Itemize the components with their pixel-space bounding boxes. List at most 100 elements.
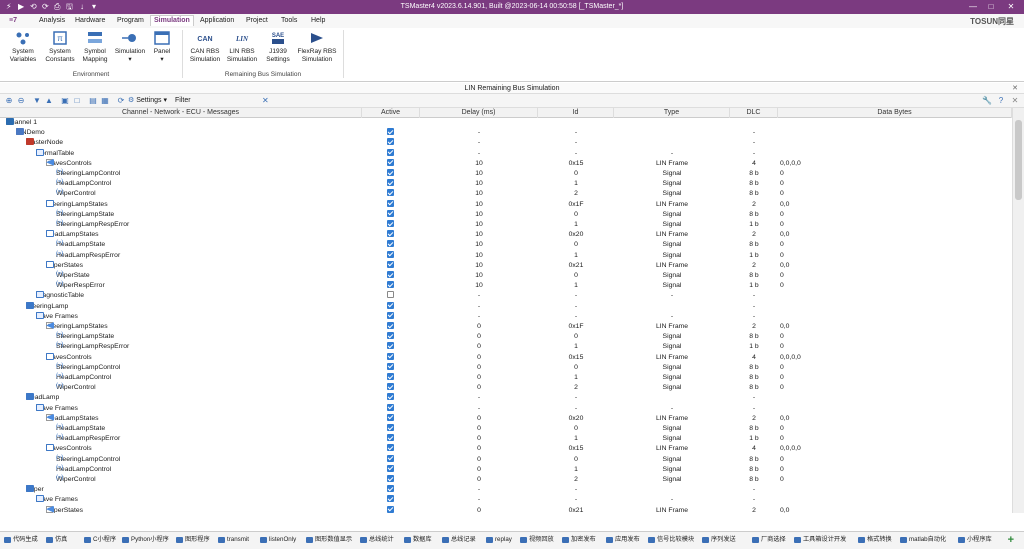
save-config-icon[interactable]: ▦ [100, 96, 110, 106]
taskbar-item[interactable]: 小程序库 [958, 535, 992, 545]
table-row[interactable]: +DiagnosticTable - - - - [0, 291, 1012, 301]
taskbar-item[interactable]: 图形程序 [176, 535, 210, 545]
menu-simulation[interactable]: Simulation [150, 15, 194, 26]
table-row[interactable]: (≈) HeadLampState 0 0 Signal 8 b 0 [0, 424, 1012, 434]
active-checkbox[interactable] [387, 413, 394, 421]
table-row[interactable]: (≈) HeadLampControl 10 1 Signal 8 b 0 [0, 179, 1012, 189]
menu-program[interactable]: Program [114, 16, 147, 26]
col-data-bytes[interactable]: Data Bytes [778, 108, 1012, 118]
table-row[interactable]: (≈) SteeringLampState 0 0 Signal 8 b 0 [0, 332, 1012, 342]
table-row[interactable]: −WiperStates 0 0x21 LIN Frame 2 0,0 [0, 505, 1012, 513]
table-row[interactable]: (≈) WiperState 10 0 Signal 8 b 0 [0, 271, 1012, 281]
move-down-icon[interactable]: ▼ [32, 96, 42, 106]
uncheck-all-icon[interactable]: □ [72, 96, 82, 106]
taskbar-item[interactable]: 视频回放 [520, 535, 554, 545]
simulation-button[interactable]: Simulation ▾ [113, 30, 147, 63]
system-variables-button[interactable]: System Variables [6, 30, 40, 63]
table-row[interactable]: (≈) WiperRespError 10 1 Signal 1 b 0 [0, 281, 1012, 291]
can-rbs-button[interactable]: CAN CAN RBS Simulation [187, 30, 223, 63]
flexray-rbs-button[interactable]: FlexRay RBS Simulation [296, 30, 338, 63]
active-checkbox[interactable] [387, 169, 394, 176]
taskbar-item[interactable]: C小程序 [84, 535, 116, 545]
table-row[interactable]: −NormalTable - - - - [0, 148, 1012, 159]
filter-clear-button[interactable]: ✕ [262, 96, 269, 106]
table-row[interactable]: (≈) SteeringLampRespError 0 1 Signal 1 b 0 [0, 342, 1012, 352]
active-checkbox[interactable] [387, 505, 394, 513]
taskbar-item[interactable]: 数据库 [404, 535, 432, 545]
active-checkbox[interactable] [387, 495, 394, 503]
table-row[interactable]: −HeadLampStates 0 0x20 LIN Frame 2 0,0 [0, 413, 1012, 424]
table-row[interactable]: −Slave Frames - - - - [0, 495, 1012, 505]
table-row[interactable]: −Slave Frames - - - - [0, 311, 1012, 322]
system-constants-button[interactable]: π System Constants [42, 30, 78, 63]
minimize-button[interactable]: — [966, 1, 980, 13]
taskbar-item[interactable]: 工具箱设计开发 [794, 535, 846, 545]
active-checkbox[interactable] [387, 189, 394, 197]
help-icon[interactable]: ? [996, 96, 1006, 106]
settings-dropdown[interactable]: ⚙ Settings ▾ [128, 96, 167, 106]
j1939-settings-button[interactable]: SAE J1939 Settings [262, 30, 294, 63]
active-checkbox[interactable] [387, 332, 394, 340]
taskbar-item[interactable]: 应用发布 [606, 535, 640, 545]
active-checkbox[interactable] [387, 301, 394, 309]
taskbar-item[interactable]: transmit [218, 535, 249, 545]
menu-project[interactable]: Project [243, 16, 271, 26]
menu-help[interactable]: Help [308, 16, 328, 26]
taskbar-item[interactable]: 图形数值显示 [306, 535, 352, 545]
active-checkbox[interactable] [387, 454, 394, 462]
table-row[interactable]: (≈) HeadLampRespError 0 1 Signal 1 b 0 [0, 434, 1012, 444]
move-up-icon[interactable]: ▲ [44, 96, 54, 106]
panel-button[interactable]: Panel ▾ [150, 30, 174, 63]
table-row[interactable]: (≈) HeadLampRespError 10 1 Signal 1 b 0 [0, 250, 1012, 261]
col-type[interactable]: Type [614, 108, 730, 118]
taskbar-item[interactable]: replay [486, 535, 512, 545]
active-checkbox[interactable] [387, 271, 394, 278]
active-checkbox[interactable] [387, 342, 394, 350]
table-row[interactable]: −HeadLampStates 10 0x20 LIN Frame 2 0,0 [0, 230, 1012, 240]
taskbar-item[interactable]: 加密发布 [562, 535, 596, 545]
col-delay[interactable]: Delay (ms) [420, 108, 538, 118]
refresh-icon[interactable]: ⟳ [116, 96, 126, 106]
taskbar-item[interactable]: Python小程序 [122, 535, 169, 545]
taskbar-item[interactable]: listenOnly [260, 535, 296, 545]
table-row[interactable]: −SteeringLamp - - - [0, 301, 1012, 312]
active-checkbox[interactable] [387, 260, 394, 268]
close-button[interactable]: ✕ [1004, 1, 1018, 13]
scrollbar-thumb[interactable] [1015, 120, 1022, 200]
table-row[interactable]: (≈) SteeringLampRespError 10 1 Signal 1 b 0 [0, 220, 1012, 230]
taskbar-item[interactable]: matlab自动化 [900, 535, 946, 545]
table-row[interactable]: (≈) SteeringLampControl 0 0 Signal 8 b 0 [0, 454, 1012, 465]
table-row[interactable]: −Wiper - - - [0, 485, 1012, 495]
taskbar-item[interactable]: 序列发送 [702, 535, 736, 545]
tools-icon[interactable]: 🔧 [982, 96, 992, 106]
active-checkbox[interactable] [387, 230, 394, 238]
check-all-icon[interactable]: ▣ [60, 96, 70, 106]
table-row[interactable]: (≈) WiperControl 0 2 Signal 8 b 0 [0, 475, 1012, 485]
active-checkbox[interactable] [387, 250, 394, 258]
table-row[interactable]: (≈) HeadLampControl 0 1 Signal 8 b 0 [0, 464, 1012, 475]
taskbar-item[interactable]: 代码生成 [4, 535, 38, 545]
table-row[interactable]: −SteeringLampStates 0 0x1F LIN Frame 2 0,0 [0, 322, 1012, 332]
vertical-scrollbar[interactable] [1012, 108, 1024, 513]
pane-close-button[interactable]: ✕ [1012, 83, 1018, 94]
table-row[interactable]: (≈) WiperControl 0 2 Signal 8 b 0 [0, 383, 1012, 393]
filter-input[interactable] [190, 96, 270, 106]
table-row[interactable]: −MasterNode - - - [0, 138, 1012, 148]
table-row[interactable]: −Slave Frames - - - - [0, 403, 1012, 414]
col-active[interactable]: Active [362, 108, 420, 118]
active-checkbox[interactable] [387, 383, 394, 391]
table-row[interactable]: −SlavesControls 10 0x15 LIN Frame 4 0,0,0,0 [0, 158, 1012, 169]
active-checkbox[interactable] [387, 322, 394, 329]
lin-rbs-button[interactable]: LIN LIN RBS Simulation [225, 30, 259, 63]
open-folder-icon[interactable]: ▤ [88, 96, 98, 106]
taskbar-item[interactable]: 仿真 [46, 535, 67, 545]
col-dlc[interactable]: DLC [730, 108, 778, 118]
menu-hardware[interactable]: Hardware [72, 16, 108, 26]
app-logo[interactable]: ≡7 [6, 16, 20, 26]
active-checkbox[interactable] [387, 199, 394, 207]
active-checkbox[interactable] [387, 291, 394, 299]
taskbar-item[interactable]: 信号比较模块 [648, 535, 694, 545]
active-checkbox[interactable] [387, 128, 394, 136]
add-program-button[interactable]: + [1008, 534, 1014, 546]
active-checkbox[interactable] [387, 138, 394, 146]
